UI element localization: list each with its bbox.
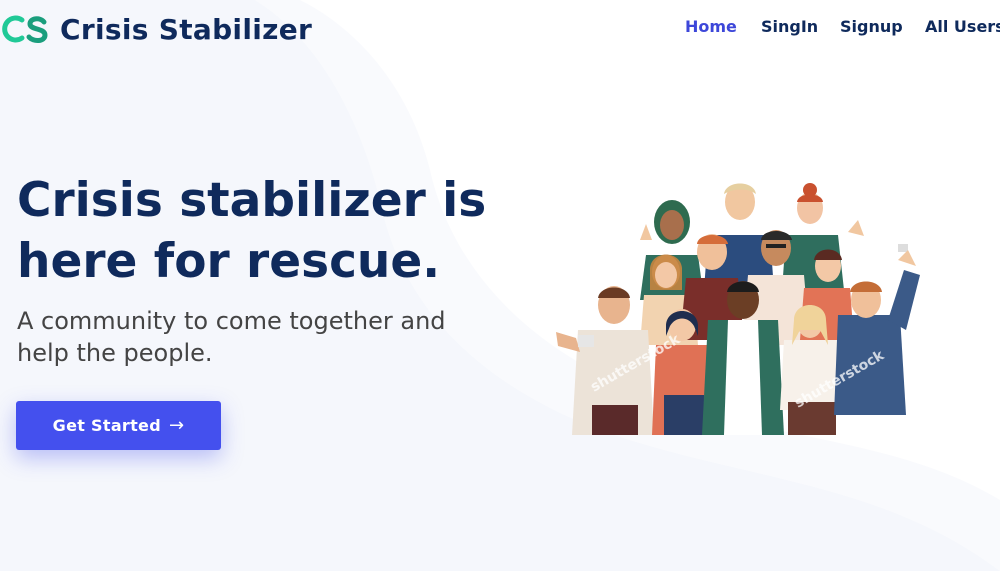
nav-link-all-users[interactable]: All Users [925,17,1000,36]
nav-link-signin[interactable]: SingIn [761,17,818,36]
nav-link-home[interactable]: Home [685,17,737,36]
nav-link-signup[interactable]: Signup [840,17,903,36]
main-nav: Home SingIn Signup All Users [0,17,1000,41]
hero-title: Crisis stabilizer is here for rescue. [17,173,487,289]
get-started-label: Get Started [52,416,161,435]
arrow-right-icon: → [168,415,185,436]
hero-subtitle: A community to come together and help th… [17,307,446,367]
site-header: Crisis Stabilizer Home SingIn Signup All… [0,0,1000,58]
group-of-people-illustration: shutterstock shutterstock [556,183,920,435]
get-started-button[interactable]: Get Started → [16,401,221,450]
